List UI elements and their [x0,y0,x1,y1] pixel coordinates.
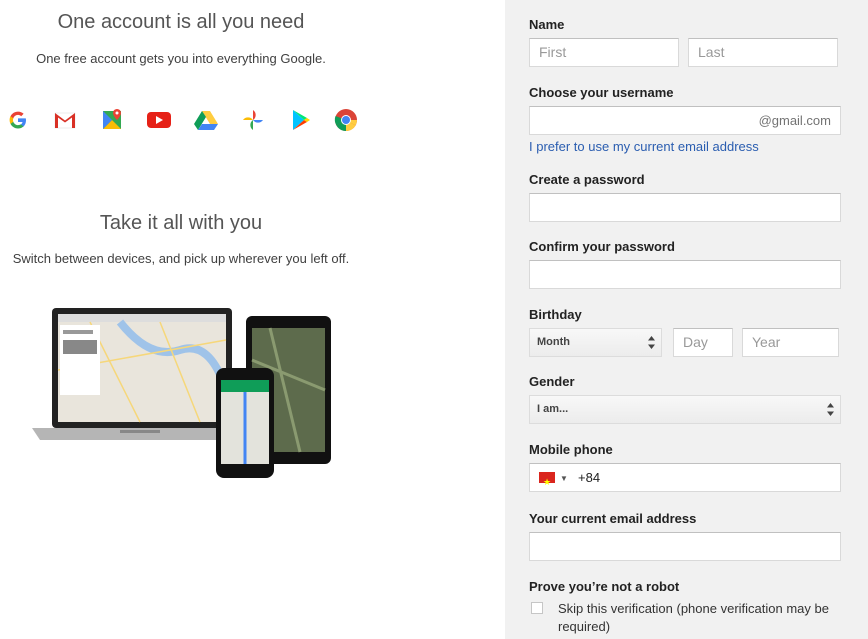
maps-icon [103,109,121,129]
google-g-icon [9,111,26,129]
mobile-phone-label: Mobile phone [529,442,613,457]
password-label: Create a password [529,172,645,187]
gender-select[interactable]: I am... [529,395,841,424]
confirm-password-label: Confirm your password [529,239,675,254]
gmail-icon [54,112,76,129]
birthday-label: Birthday [529,307,582,322]
promo-sub-account: One free account gets you into everythin… [36,51,326,66]
signup-form: Name First Last Choose your username @gm… [505,0,868,639]
robot-label: Prove you’re not a robot [529,579,680,594]
country-dropdown-icon[interactable]: ▼ [560,465,568,492]
skip-verification-text: Skip this verification (phone verificati… [558,601,829,634]
current-email-label: Your current email address [529,511,697,526]
select-arrows-icon [827,403,834,416]
confirm-password-input[interactable] [529,260,841,289]
birth-month-value: Month [537,336,570,348]
birth-year-input[interactable]: Year [742,328,839,357]
mobile-phone-input[interactable]: ▼ +84 [529,463,841,496]
promo-sub-devices: Switch between devices, and pick up wher… [12,251,350,266]
first-name-input[interactable]: First [529,38,679,67]
skip-verification-checkbox[interactable] [531,602,543,614]
google-products-row [4,106,364,136]
username-label: Choose your username [529,85,674,100]
promo-panel: One account is all you need One free acc… [0,0,505,639]
use-current-email-link[interactable]: I prefer to use my current email address [529,139,759,154]
password-input[interactable] [529,193,841,222]
current-email-input[interactable] [529,532,841,561]
select-arrows-icon [648,336,655,349]
photos-icon [243,110,263,130]
birth-month-select[interactable]: Month [529,328,662,357]
devices-illustration [32,308,331,478]
username-input[interactable]: @gmail.com [529,106,841,135]
vietnam-flag-icon[interactable] [539,469,555,496]
play-store-icon [293,110,310,130]
promo-heading-account: One account is all you need [57,11,305,33]
promo-heading-devices: Take it all with you [99,212,263,234]
gender-label: Gender [529,374,575,389]
youtube-icon [147,112,171,128]
last-name-input[interactable]: Last [688,38,838,67]
gmail-suffix: @gmail.com [758,113,831,128]
chrome-icon [334,109,357,131]
gender-value: I am... [537,403,569,415]
phone-country-code: +84 [578,470,601,485]
drive-icon [194,111,218,130]
name-label: Name [529,17,565,32]
birth-day-input[interactable]: Day [673,328,733,357]
